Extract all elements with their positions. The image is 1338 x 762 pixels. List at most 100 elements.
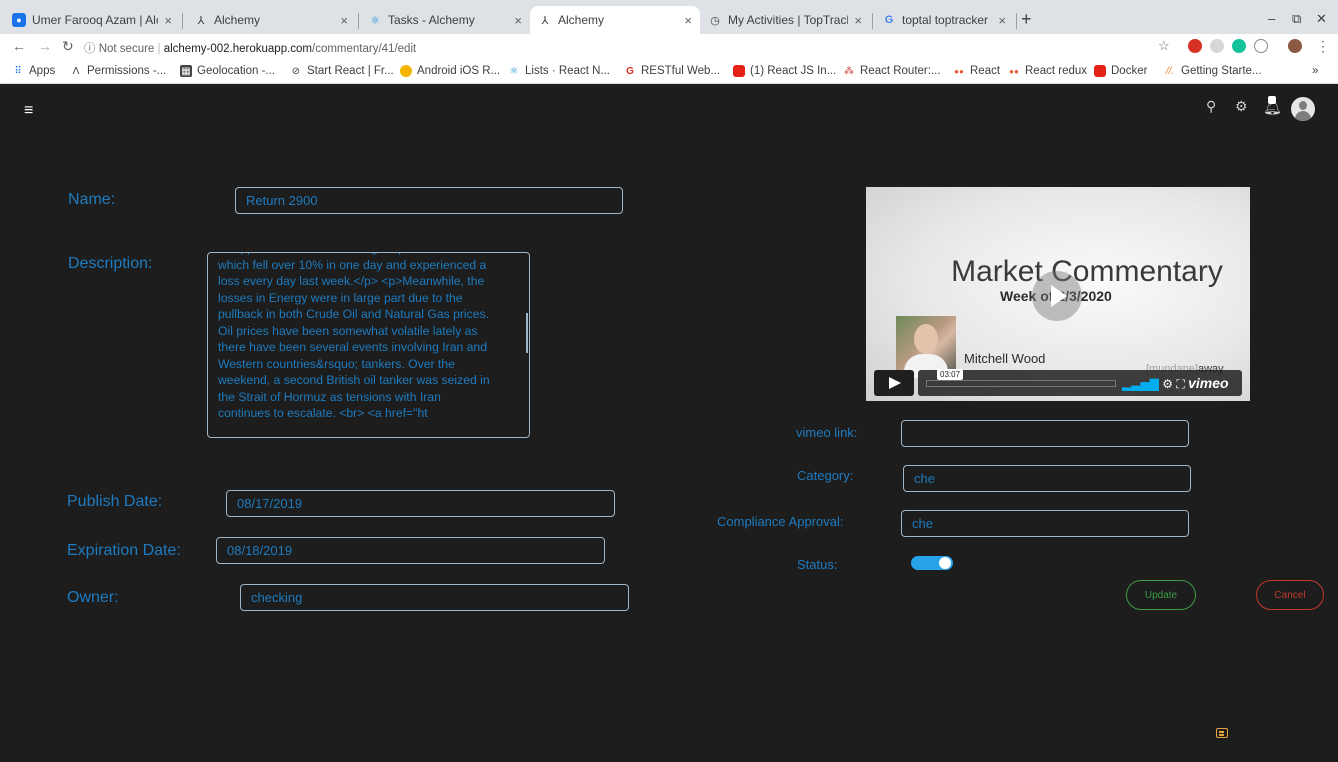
- fullscreen-icon[interactable]: ⛶: [1176, 377, 1184, 391]
- search-icon[interactable]: ⚲: [1206, 98, 1216, 115]
- vimeo-link-label: vimeo link:: [796, 425, 858, 440]
- vimeo-logo[interactable]: vimeo: [1188, 375, 1228, 391]
- youtube-icon: [1094, 65, 1106, 77]
- bookmark-star-icon[interactable]: ☆: [1158, 38, 1170, 54]
- bookmark-favicon-icon: [400, 65, 412, 77]
- bookmark-item[interactable]: ⚛ Lists · React N...: [508, 65, 610, 77]
- video-progress-track[interactable]: 03:07: [926, 369, 1116, 387]
- bookmark-item[interactable]: Android iOS R...: [400, 65, 500, 77]
- browser-tab[interactable]: ⅄ Alchemy ×: [186, 6, 356, 34]
- volume-icon[interactable]: ▂▃▅▇: [1122, 377, 1159, 391]
- bookmark-item[interactable]: //. Getting Starte...: [1164, 65, 1262, 77]
- back-icon[interactable]: ←: [12, 38, 26, 54]
- bookmark-item[interactable]: Docker: [1094, 65, 1147, 77]
- forward-icon[interactable]: →: [38, 38, 52, 54]
- browser-tab-title: Tasks - Alchemy: [388, 13, 475, 27]
- cancel-button[interactable]: Cancel: [1256, 580, 1324, 610]
- extension-icon[interactable]: [1210, 39, 1224, 53]
- category-input[interactable]: [903, 465, 1191, 492]
- bookmark-favicon-icon: //.: [1165, 65, 1175, 77]
- gmail-blue-icon: ●: [12, 13, 26, 27]
- close-icon[interactable]: ×: [514, 13, 522, 28]
- video-player[interactable]: Market Commentary Week of 2/3/2020 Mitch…: [866, 187, 1250, 401]
- expiration-date-label: Expiration Date:: [67, 542, 181, 559]
- browser-tab[interactable]: G toptal toptracker - Googl ×: [874, 6, 1014, 34]
- settings-gear-icon[interactable]: ⚙: [1162, 377, 1173, 391]
- expiration-date-input[interactable]: [216, 537, 605, 564]
- close-icon[interactable]: ×: [998, 13, 1006, 28]
- avatar[interactable]: [1291, 97, 1315, 121]
- browser-menu-icon[interactable]: ⋮: [1316, 38, 1330, 55]
- bookmark-favicon-icon: Λ: [72, 65, 80, 77]
- status-toggle[interactable]: [911, 556, 953, 570]
- profile-avatar[interactable]: [1288, 39, 1302, 53]
- bookmark-favicon-icon: ▦: [180, 65, 192, 77]
- window-close-icon[interactable]: ✕: [1316, 11, 1327, 27]
- category-label: Category:: [797, 468, 854, 483]
- alchemy-icon: ⅄: [541, 14, 549, 27]
- url-host: alchemy-002.herokuapp.com: [163, 43, 313, 55]
- restore-icon[interactable]: ⧉: [1292, 11, 1301, 27]
- bookmark-item[interactable]: Λ Permissions -...: [70, 65, 167, 77]
- browser-tab-active[interactable]: ⅄ Alchemy ×: [530, 6, 700, 34]
- bookmark-item[interactable]: ⊘ Start React | Fr...: [290, 65, 394, 77]
- video-control-bar: 03:07 ▂▃▅▇ ⚙ ⛶ vimeo: [918, 369, 1242, 396]
- owner-input[interactable]: [240, 584, 629, 611]
- adblock-icon[interactable]: [1188, 39, 1202, 53]
- toptracker-icon: ◷: [710, 14, 720, 27]
- react-icon: ⚛: [509, 65, 519, 77]
- apps-grid-icon: ⠿: [14, 65, 22, 77]
- url-field[interactable]: ⓘ Not secure | alchemy-002.herokuapp.com…: [84, 40, 416, 56]
- tab-divider: [872, 13, 873, 29]
- youtube-icon: [733, 65, 745, 77]
- update-button[interactable]: Update: [1126, 580, 1196, 610]
- hamburger-menu-icon[interactable]: ≡: [24, 102, 33, 120]
- close-icon[interactable]: ×: [164, 13, 172, 28]
- extension-icon[interactable]: [1254, 39, 1268, 53]
- name-label: Name:: [68, 191, 116, 208]
- browser-tab-title: Umer Farooq Azam | Alche: [32, 13, 158, 27]
- grammarly-icon[interactable]: [1232, 39, 1246, 53]
- new-tab-button[interactable]: +: [1021, 9, 1032, 30]
- bookmark-item[interactable]: ▦ Geolocation -...: [180, 65, 275, 77]
- close-icon[interactable]: ×: [854, 13, 862, 28]
- play-overlay-icon[interactable]: [1032, 271, 1082, 321]
- browser-tab[interactable]: ◷ My Activities | TopTracker ×: [700, 6, 870, 34]
- browser-tab-title: My Activities | TopTracker: [728, 13, 848, 27]
- vimeo-link-input[interactable]: [901, 420, 1189, 447]
- app-page: ≡ ⚲ ⚙ 🔔︎ Name: Description: disappointme…: [0, 84, 1338, 762]
- notification-badge: [1268, 96, 1276, 104]
- textarea-scrollbar[interactable]: [526, 313, 528, 353]
- bookmark-item[interactable]: (1) React JS In...: [733, 65, 836, 77]
- bookmark-item[interactable]: ●● React: [953, 65, 1000, 77]
- browser-tab-title: toptal toptracker - Googl: [902, 13, 992, 27]
- chat-icon[interactable]: [1216, 728, 1228, 738]
- bookmark-item[interactable]: ●● React redux: [1008, 65, 1087, 77]
- video-time: 03:07: [937, 369, 964, 380]
- compliance-approval-label: Compliance Approval:: [717, 514, 844, 529]
- browser-tab-title: Alchemy: [558, 13, 605, 27]
- description-textarea[interactable]: disappointment in the earnings report fo…: [207, 252, 530, 438]
- play-button[interactable]: [874, 370, 914, 396]
- bookmarks-overflow-button[interactable]: »: [1312, 65, 1318, 77]
- compliance-approval-input[interactable]: [901, 510, 1189, 537]
- security-label: Not secure: [98, 43, 155, 55]
- reload-icon[interactable]: ↻: [62, 38, 74, 55]
- name-input[interactable]: [235, 187, 623, 214]
- close-icon[interactable]: ×: [340, 13, 348, 28]
- browser-tab-strip: ● Umer Farooq Azam | Alche × ⅄ Alchemy ×…: [0, 0, 1338, 34]
- bookmark-item[interactable]: ⁂ React Router:...: [843, 65, 941, 77]
- browser-tab[interactable]: ⚛ Tasks - Alchemy ×: [360, 6, 530, 34]
- bookmark-apps[interactable]: ⠿ Apps: [12, 65, 55, 77]
- tab-divider: [182, 13, 183, 29]
- gear-icon[interactable]: ⚙: [1235, 98, 1248, 115]
- bookmark-item[interactable]: G RESTful Web...: [624, 65, 720, 77]
- browser-tab[interactable]: ● Umer Farooq Azam | Alche ×: [4, 6, 180, 34]
- minimize-icon[interactable]: –: [1268, 11, 1275, 26]
- browser-tab-title: Alchemy: [214, 13, 261, 27]
- tab-divider: [1016, 13, 1017, 29]
- publish-date-input[interactable]: [226, 490, 615, 517]
- close-icon[interactable]: ×: [684, 13, 692, 28]
- egghead-icon: ●●: [954, 66, 964, 76]
- description-label: Description:: [68, 255, 153, 272]
